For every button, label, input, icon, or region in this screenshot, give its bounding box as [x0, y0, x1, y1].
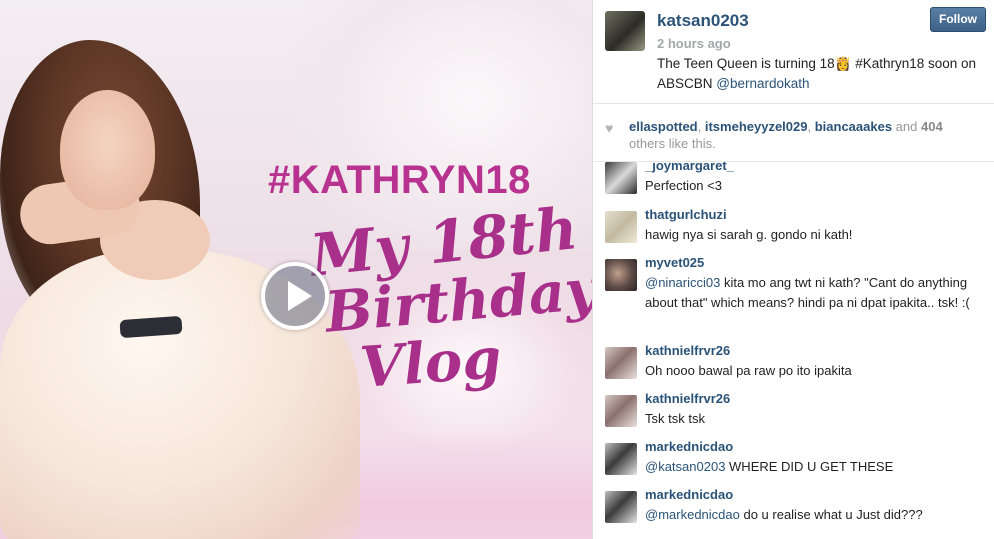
video-hashtag-title: #KATHRYN18 [268, 158, 531, 202]
commenter-username[interactable]: myvet025 [645, 255, 704, 270]
comment-body: do u realise what u Just did??? [739, 507, 923, 522]
commenter-avatar[interactable] [605, 347, 637, 379]
commenter-username[interactable]: markednicdao [645, 439, 733, 454]
heart-icon[interactable]: ♥ [605, 121, 617, 135]
commenter-username[interactable]: thatgurlchuzi [645, 207, 727, 222]
comment-text: @katsan0203 WHERE DID U GET THESE [645, 457, 985, 477]
video-script-line-3: Vlog [357, 325, 504, 401]
commenter-avatar[interactable] [605, 259, 637, 291]
comments-list[interactable]: _joymargaret_ Perfection <3 thatgurlchuz… [593, 162, 994, 539]
commenter-avatar[interactable] [605, 395, 637, 427]
liker-link[interactable]: ellaspotted [629, 119, 698, 134]
likes-separator: , [697, 119, 705, 134]
commenter-username[interactable]: markednicdao [645, 487, 733, 502]
commenter-username[interactable]: _joymargaret_ [645, 162, 734, 173]
owner-username[interactable]: katsan0203 [657, 11, 749, 31]
comment-text: @markednicdao do u realise what u Just d… [645, 505, 985, 525]
commenter-username[interactable]: kathnielfrvr26 [645, 343, 730, 358]
post-timestamp: 2 hours ago [657, 36, 731, 51]
woman-face [60, 90, 155, 210]
liker-link[interactable]: biancaaakes [815, 119, 892, 134]
comment-body: WHERE DID U GET THESE [725, 459, 894, 474]
commenter-username[interactable]: kathnielfrvr26 [645, 391, 730, 406]
comment-text: hawig nya si sarah g. gondo ni kath! [645, 227, 853, 242]
comment-mention[interactable]: @ninaricci03 [645, 275, 720, 290]
post-header: katsan0203 2 hours ago The Teen Queen is… [593, 0, 994, 104]
likes-separator: , [807, 119, 815, 134]
likes-section: ♥ ellaspotted, itsmeheyyzel029, biancaaa… [593, 104, 994, 162]
caption-mention[interactable]: @bernardokath [716, 76, 809, 91]
owner-avatar[interactable] [605, 11, 645, 51]
play-button[interactable] [261, 262, 329, 330]
post-details-panel: katsan0203 2 hours ago The Teen Queen is… [592, 0, 994, 539]
play-icon [288, 281, 312, 311]
commenter-avatar[interactable] [605, 162, 637, 194]
post-caption: The Teen Queen is turning 18👸 #Kathryn18… [657, 54, 987, 94]
liker-link[interactable]: itsmeheyyzel029 [705, 119, 808, 134]
commenter-avatar[interactable] [605, 491, 637, 523]
likes-others: others like this. [629, 136, 716, 151]
comment-text: Tsk tsk tsk [645, 411, 705, 426]
crown-emoji-icon: 👸 [834, 56, 852, 71]
comment-mention[interactable]: @markednicdao [645, 507, 740, 522]
likes-text: ellaspotted, itsmeheyyzel029, biancaaake… [629, 118, 979, 152]
comment-text: Perfection <3 [645, 178, 722, 193]
follow-button[interactable]: Follow [930, 7, 986, 32]
commenter-avatar[interactable] [605, 443, 637, 475]
likes-count[interactable]: 404 [921, 119, 943, 134]
caption-text: The Teen Queen is turning 18 [657, 56, 835, 71]
comment-mention[interactable]: @katsan0203 [645, 459, 725, 474]
commenter-avatar[interactable] [605, 211, 637, 243]
comment-text: Oh nooo bawal pa raw po ito ipakita [645, 363, 852, 378]
comment-text: @ninaricci03 kita mo ang twt ni kath? "C… [645, 273, 985, 313]
likes-and: and [892, 119, 921, 134]
post-media-video[interactable]: #KATHRYN18 My 18th Birthday Vlog [0, 0, 592, 539]
